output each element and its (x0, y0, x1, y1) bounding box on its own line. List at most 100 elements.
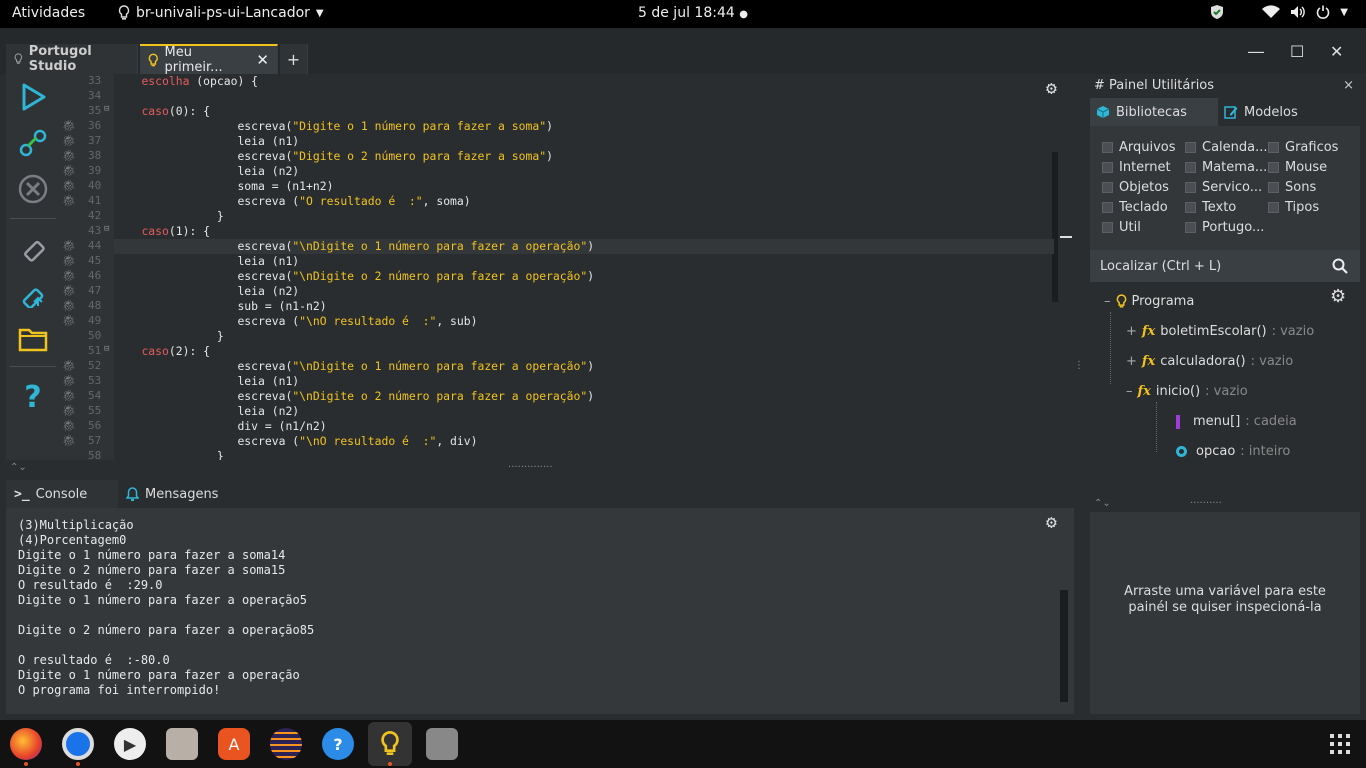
files-icon[interactable] (166, 728, 198, 760)
gutter-line[interactable]: 🐞︎ 40 (60, 179, 114, 194)
gutter-line[interactable]: 42 (60, 209, 114, 224)
code-line[interactable]: leia (n2) (114, 284, 1054, 299)
collapse-icon[interactable]: – (1104, 294, 1111, 309)
checkbox-icon[interactable] (1102, 162, 1113, 173)
code-line[interactable]: escreva ("\nO resultado é :", sub) (114, 314, 1054, 329)
gutter-line[interactable]: 🐞︎ 53 (60, 374, 114, 389)
code-line[interactable]: sub = (n1-n2) (114, 299, 1054, 314)
search-icon[interactable] (1332, 258, 1348, 274)
portugol-studio-icon[interactable] (368, 722, 412, 766)
tree-node-variable[interactable]: menu[] : cadeia (1176, 414, 1297, 429)
checkbox-icon[interactable] (1268, 202, 1279, 213)
gear-icon[interactable]: ⚙ (1330, 286, 1346, 307)
code-line[interactable]: caso(2): { (114, 344, 1054, 359)
new-tab-button[interactable]: + (280, 44, 308, 74)
library-checkbox[interactable]: Sons (1268, 180, 1352, 195)
gutter-line[interactable]: 33 (60, 74, 114, 89)
console-scrollbar[interactable] (1060, 590, 1068, 702)
code-line[interactable]: escreva("\nDigite o 2 número para fazer … (114, 389, 1054, 404)
checkbox-icon[interactable] (1102, 142, 1113, 153)
bug-icon[interactable]: 🐞︎ (62, 149, 76, 162)
fold-icon[interactable]: ⊟ (104, 104, 109, 114)
tree-node-variable[interactable]: opcao : inteiro (1176, 444, 1290, 459)
code-line[interactable]: leia (n2) (114, 404, 1054, 419)
checkbox-icon[interactable] (1268, 162, 1279, 173)
gutter-line[interactable]: 🐞︎ 57 (60, 434, 114, 449)
bug-icon[interactable]: 🐞︎ (62, 194, 76, 207)
tab-messages[interactable]: Mensagens (118, 480, 228, 508)
search-input[interactable]: Localizar (Ctrl + L) (1090, 250, 1360, 282)
tree-node-function[interactable]: + fx calculadora() : vazio (1126, 354, 1293, 369)
tree-node-program[interactable]: – Programa (1104, 294, 1194, 309)
activities-button[interactable]: Atividades (12, 5, 85, 21)
library-checkbox[interactable]: Teclado (1102, 200, 1186, 215)
library-checkbox[interactable]: Servico... (1185, 180, 1269, 195)
maximize-icon[interactable]: ☐ (1290, 42, 1304, 61)
bug-icon[interactable]: 🐞︎ (62, 434, 76, 447)
library-checkbox[interactable]: Texto (1185, 200, 1269, 215)
usb-upload-icon[interactable] (18, 278, 48, 308)
checkbox-icon[interactable] (1185, 162, 1196, 173)
gutter-line[interactable]: 🐞︎ 55 (60, 404, 114, 419)
code-line[interactable]: } (114, 329, 1054, 344)
disk-icon[interactable] (426, 728, 458, 760)
gutter-line[interactable]: 34 (60, 89, 114, 104)
expand-icon[interactable]: + (1126, 324, 1137, 339)
library-checkbox[interactable]: Graficos (1268, 140, 1352, 155)
close-icon[interactable]: × (1343, 78, 1354, 93)
clock[interactable]: 5 de jul 18:44 ● (638, 5, 748, 21)
bug-icon[interactable]: 🐞︎ (62, 299, 76, 312)
library-checkbox[interactable]: Objetos (1102, 180, 1186, 195)
library-checkbox[interactable]: Calenda... (1185, 140, 1269, 155)
gutter-line[interactable]: 🐞︎ 56 (60, 419, 114, 434)
code-line[interactable]: escreva("Digite o 1 número para fazer a … (114, 119, 1054, 134)
tab-console[interactable]: >_ Console (6, 480, 118, 508)
code-line[interactable]: escreva("\nDigite o 2 número para fazer … (114, 269, 1054, 284)
bug-icon[interactable]: 🐞︎ (62, 269, 76, 282)
console-output[interactable]: ⚙ (3)Multiplicação (4)Porcentagem0 Digite … (6, 508, 1074, 714)
help-icon[interactable]: ? (18, 380, 48, 410)
bug-icon[interactable]: 🐞︎ (62, 404, 76, 417)
fold-icon[interactable]: ⊟ (104, 224, 109, 234)
inspect-panel[interactable]: Arraste uma variável para este painél se… (1090, 512, 1360, 714)
folder-icon[interactable] (18, 324, 48, 354)
tab-models[interactable]: Modelos (1218, 98, 1346, 126)
close-window-icon[interactable]: ✕ (1330, 42, 1343, 61)
code-line[interactable]: soma = (n1+n2) (114, 179, 1054, 194)
usb-icon[interactable] (18, 232, 48, 262)
horizontal-split-handle[interactable]: ⌃⌄ ·············· ⋮ (6, 360, 1086, 480)
checkbox-icon[interactable] (1268, 142, 1279, 153)
bug-icon[interactable]: 🐞︎ (62, 359, 76, 372)
bug-icon[interactable]: 🐞︎ (62, 134, 76, 147)
library-checkbox[interactable]: Mouse (1268, 160, 1352, 175)
gutter-line[interactable]: 🐞︎ 44 (60, 239, 114, 254)
gutter-line[interactable]: 🐞︎ 47 (60, 284, 114, 299)
eclipse-icon[interactable] (270, 728, 302, 760)
chromium-icon[interactable] (62, 728, 94, 760)
gutter-line[interactable]: 🐞︎ 39 (60, 164, 114, 179)
bug-icon[interactable]: 🐞︎ (62, 119, 76, 132)
tab-libraries[interactable]: Bibliotecas (1090, 98, 1218, 126)
gutter-line[interactable]: 51 ⊟ (60, 344, 114, 359)
library-checkbox[interactable]: Internet (1102, 160, 1186, 175)
code-editor[interactable]: ⚙ escolha (opcao) { caso(0): { escreva("… (114, 74, 1072, 460)
gutter-line[interactable]: 50 (60, 329, 114, 344)
bug-icon[interactable]: 🐞︎ (62, 389, 76, 402)
bug-icon[interactable]: 🐞︎ (62, 419, 76, 432)
checkbox-icon[interactable] (1268, 182, 1279, 193)
tab-portugol-studio[interactable]: Portugol Studio (6, 44, 138, 74)
fold-icon[interactable]: ⊟ (104, 344, 109, 354)
bug-icon[interactable]: 🐞︎ (62, 239, 76, 252)
code-line[interactable]: escreva("Digite o 2 número para fazer a … (114, 149, 1054, 164)
bug-icon[interactable]: 🐞︎ (62, 164, 76, 177)
library-checkbox[interactable]: Util (1102, 220, 1186, 235)
code-line[interactable]: leia (n1) (114, 254, 1054, 269)
gutter-line[interactable]: 🐞︎ 52 (60, 359, 114, 374)
gutter-line[interactable]: 🐞︎ 49 (60, 314, 114, 329)
app-grid-icon[interactable] (1330, 734, 1350, 754)
checkbox-icon[interactable] (1185, 142, 1196, 153)
bug-icon[interactable]: 🐞︎ (62, 314, 76, 327)
run-icon[interactable] (18, 82, 48, 112)
video-player-icon[interactable]: ▶ (114, 728, 146, 760)
bug-icon[interactable]: 🐞︎ (62, 284, 76, 297)
